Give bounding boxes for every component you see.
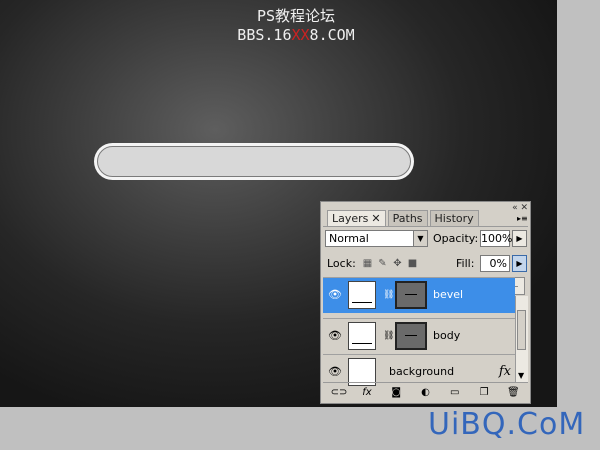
lock-transparent-icon[interactable]: ▦ [362, 258, 373, 269]
watermark-url-prefix: BBS.16 [237, 26, 292, 44]
tab-paths[interactable]: Paths [387, 210, 428, 226]
fx-menu-icon[interactable]: fx [360, 387, 374, 398]
site-logo: UiBQ.CoM [428, 407, 586, 442]
opacity-arrow-icon[interactable]: ▶ [512, 230, 527, 247]
blend-mode-value: Normal [329, 232, 369, 245]
tab-paths-label: Paths [392, 212, 423, 225]
eye-icon[interactable]: 👁 [328, 289, 342, 300]
panel-menu-icon[interactable]: ▸≡ [517, 214, 528, 224]
layer-mask-thumbnail[interactable] [395, 322, 427, 350]
tab-history[interactable]: History [429, 210, 479, 226]
link-icon: ⛓ [383, 331, 395, 341]
layer-mask-thumbnail[interactable] [395, 281, 427, 309]
rounded-bar-shape [94, 143, 414, 180]
blend-row: Normal ▼ Opacity: 100% ▶ [325, 230, 527, 250]
layer-name[interactable]: background [389, 365, 454, 379]
panel-bottom-toolbar: ⊂⊃ fx ◙ ◐ ▭ ❐ 🗑 [323, 382, 528, 401]
panel-window-controls[interactable]: « ✕ [512, 203, 528, 213]
watermark-url: BBS.16XX8.COM [0, 26, 596, 44]
fill-label: Fill: [456, 257, 475, 270]
eye-icon[interactable]: 👁 [328, 330, 342, 341]
lock-move-icon[interactable]: ✥ [392, 258, 403, 269]
tab-divider [323, 226, 528, 227]
layer-row-bevel[interactable]: 👁 ⛓ bevel [323, 277, 515, 313]
layer-thumbnail [348, 281, 376, 309]
fill-input[interactable]: 0% [480, 255, 510, 272]
lock-brush-icon[interactable]: ✎ [377, 258, 388, 269]
tab-layers-label: Layers [332, 212, 369, 225]
fill-arrow-icon[interactable]: ▶ [512, 255, 527, 272]
link-layers-icon[interactable]: ⊂⊃ [331, 387, 348, 398]
new-group-icon[interactable]: ▭ [448, 387, 462, 398]
tab-history-label: History [434, 212, 474, 225]
add-mask-icon[interactable]: ◙ [389, 387, 403, 398]
fx-icon[interactable]: fx [499, 364, 511, 379]
lock-row: Lock: ▦ ✎ ✥ ■ Fill: 0% ▶ [325, 255, 527, 275]
trash-icon[interactable]: 🗑 [506, 387, 520, 398]
layer-name[interactable]: bevel [433, 288, 463, 302]
layers-panel: « ✕ Layers ✕ Paths History ▸≡ Normal ▼ Opa… [320, 201, 531, 404]
link-icon: ⛓ [383, 290, 395, 300]
lock-label: Lock: [327, 257, 356, 270]
tab-layers[interactable]: Layers ✕ [327, 210, 386, 227]
layer-name[interactable]: body [433, 329, 460, 343]
scrollbar-thumb[interactable] [517, 310, 526, 350]
opacity-input[interactable]: 100% [480, 230, 512, 247]
rounded-bar-inner [97, 146, 411, 177]
watermark-url-suffix: 8.COM [309, 26, 355, 44]
chevron-down-icon[interactable]: ▼ [413, 231, 427, 246]
tab-close-icon[interactable]: ✕ [371, 212, 380, 225]
blend-mode-select[interactable]: Normal ▼ [325, 230, 428, 247]
layers-scrollbar[interactable]: ▼ [515, 296, 528, 382]
adjustment-icon[interactable]: ◐ [418, 387, 432, 398]
watermark-url-red: XX [291, 26, 310, 44]
lock-all-icon[interactable]: ■ [407, 258, 418, 269]
new-layer-icon[interactable]: ❐ [477, 387, 491, 398]
opacity-label: Opacity: [433, 232, 479, 245]
scroll-down-icon[interactable]: ▼ [518, 371, 524, 380]
layer-thumbnail [348, 322, 376, 350]
eye-icon[interactable]: 👁 [328, 366, 342, 377]
layer-row-body[interactable]: 👁 ⛓ body [323, 318, 515, 354]
watermark-title: PS教程论坛 [256, 7, 336, 25]
panel-tabs: Layers ✕ Paths History [327, 210, 481, 227]
